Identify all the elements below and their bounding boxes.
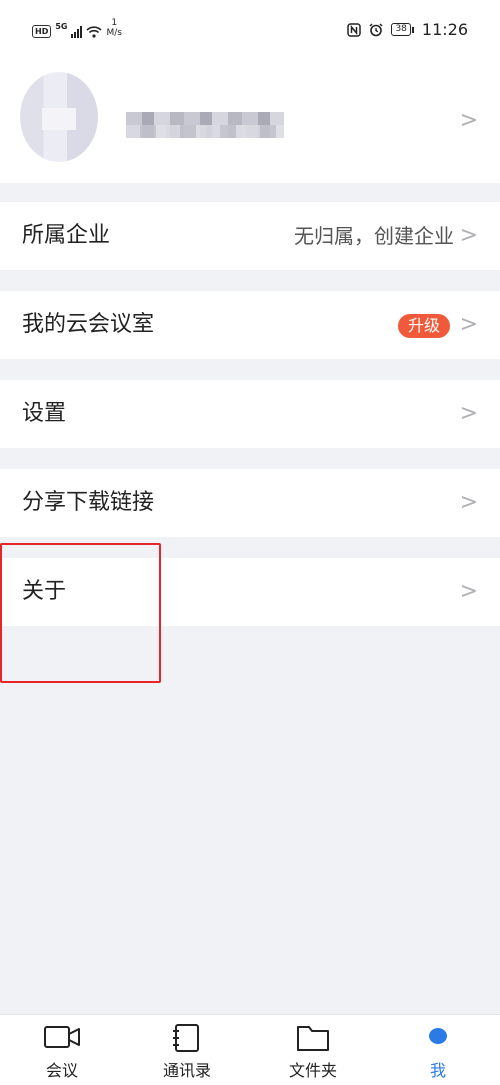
enterprise-value: 无归属，创建企业	[294, 224, 454, 248]
bottom-tab-bar: 会议 通讯录 文件夹 我	[0, 1014, 500, 1085]
alarm-icon	[369, 22, 383, 36]
tab-label: 我	[429, 1061, 446, 1080]
menu-item-label: 所属企业	[22, 223, 111, 248]
battery-level: 38	[391, 23, 411, 36]
menu-item-settings[interactable]: 设置 >	[0, 380, 500, 448]
tab-label: 通讯录	[162, 1061, 211, 1080]
video-camera-icon	[44, 1026, 80, 1048]
folder-icon	[297, 1026, 329, 1051]
upgrade-badge[interactable]: 升级	[397, 314, 450, 338]
tab-contacts[interactable]: 通讯录	[142, 1015, 232, 1085]
menu-item-enterprise[interactable]: 所属企业 无归属，创建企业 >	[0, 202, 500, 270]
chevron-right-icon: >	[459, 223, 478, 248]
tab-folders[interactable]: 文件夹	[268, 1015, 358, 1085]
menu-item-label: 分享下载链接	[22, 490, 155, 515]
chevron-right-icon: >	[459, 401, 478, 426]
chevron-right-icon: >	[459, 579, 478, 604]
tab-meetings[interactable]: 会议	[17, 1015, 107, 1085]
tab-label: 文件夹	[288, 1061, 337, 1080]
profile-card[interactable]: >	[0, 58, 500, 183]
chevron-right-icon: >	[459, 312, 478, 337]
network-speed: 1 M/s	[106, 18, 122, 38]
chevron-right-icon: >	[459, 108, 478, 133]
network-type-label: 5G	[55, 22, 68, 31]
status-bar: HD 5G 1 M/s 38 11:26	[0, 0, 500, 58]
user-name-blurred	[126, 112, 284, 138]
battery-icon: 38	[391, 23, 414, 36]
signal-icon	[71, 26, 83, 38]
hd-call-icon: HD	[32, 25, 52, 38]
menu-item-share-download-link[interactable]: 分享下载链接 >	[0, 469, 500, 537]
tab-me[interactable]: 我	[393, 1015, 483, 1085]
contacts-book-icon	[173, 1024, 199, 1052]
menu-item-my-meeting-room[interactable]: 我的云会议室 升级 >	[0, 291, 500, 359]
avatar[interactable]	[20, 72, 98, 162]
network-speed-value: 1	[111, 18, 118, 28]
tab-label: 会议	[45, 1061, 78, 1080]
highlight-box	[0, 543, 161, 683]
nfc-icon	[347, 22, 362, 37]
network-speed-unit: M/s	[106, 28, 122, 38]
menu-item-label: 我的云会议室	[22, 312, 155, 337]
menu-item-label: 设置	[22, 401, 67, 426]
chevron-right-icon: >	[459, 490, 478, 515]
profile-icon	[429, 1028, 447, 1044]
clock-time: 11:26	[421, 20, 468, 39]
wifi-icon	[86, 26, 103, 38]
